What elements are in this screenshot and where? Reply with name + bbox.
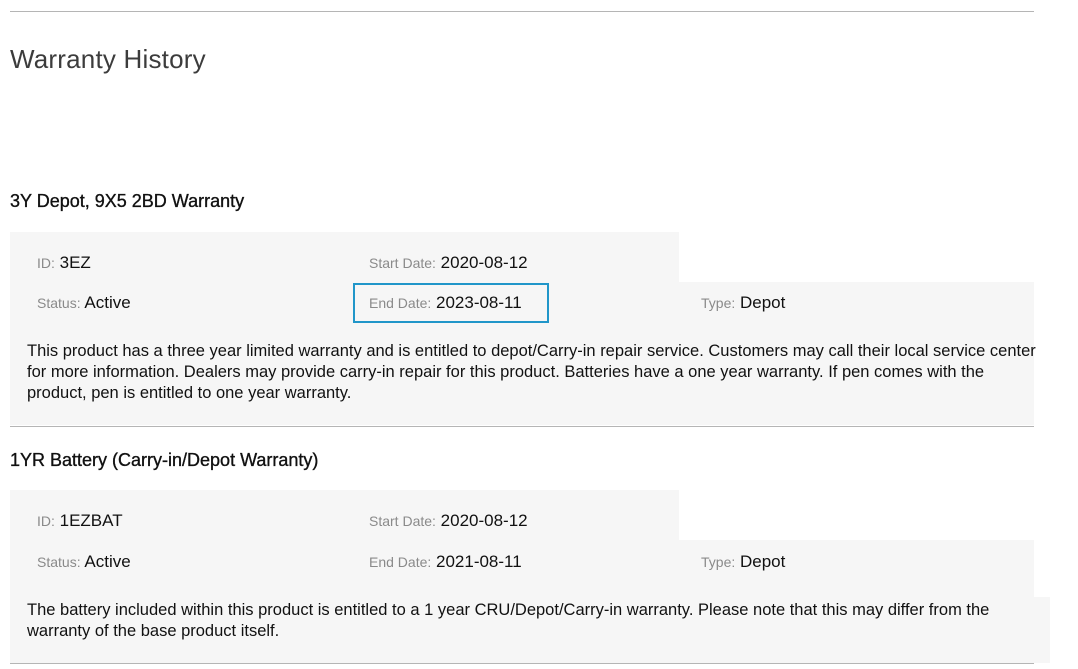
- warranty-end-date: End Date: 2021-08-11: [369, 552, 522, 572]
- type-value: Depot: [739, 552, 786, 571]
- status-value: Active: [84, 552, 131, 571]
- warranty-details-panel: [10, 232, 679, 282]
- warranty-id-label: ID:: [37, 513, 55, 529]
- warranty-description: This product has a three year limited wa…: [27, 342, 1036, 402]
- page-title: Warranty History: [10, 44, 206, 74]
- type-label: Type:: [701, 554, 736, 570]
- warranty-id: ID: 1EZBAT: [37, 511, 123, 531]
- warranty-id-value: 1EZBAT: [59, 511, 123, 530]
- warranty-type: Type: Depot: [701, 552, 785, 572]
- warranty-description-panel: [10, 540, 1034, 597]
- warranty-description: The battery included within this product…: [27, 601, 990, 640]
- type-value: Depot: [739, 293, 786, 312]
- type-label: Type:: [701, 295, 736, 311]
- warranty-id-value: 3EZ: [59, 253, 91, 272]
- end-date-value: 2023-08-11: [436, 293, 522, 312]
- warranty-id: ID: 3EZ: [37, 253, 91, 273]
- warranty-status: Status: Active: [37, 552, 131, 572]
- warranty-title: 1YR Battery (Carry-in/Depot Warranty): [10, 450, 319, 470]
- warranty-title: 3Y Depot, 9X5 2BD Warranty: [10, 191, 245, 211]
- start-date-value: 2020-08-12: [440, 253, 528, 272]
- top-divider: [10, 11, 1034, 12]
- section-divider: [10, 426, 1034, 427]
- end-date-value: 2021-08-11: [436, 552, 522, 571]
- warranty-type: Type: Depot: [701, 293, 785, 313]
- bottom-divider: [10, 663, 1034, 664]
- end-date-label: End Date:: [369, 554, 432, 570]
- start-date-value: 2020-08-12: [440, 511, 528, 530]
- warranty-status: Status: Active: [37, 293, 131, 313]
- status-label: Status:: [37, 554, 81, 570]
- warranty-end-date: End Date: 2023-08-11: [369, 293, 522, 313]
- end-date-label: End Date:: [369, 295, 432, 311]
- status-value: Active: [84, 293, 131, 312]
- status-label: Status:: [37, 295, 81, 311]
- warranty-id-label: ID:: [37, 255, 55, 271]
- warranty-start-date: Start Date: 2020-08-12: [369, 511, 528, 531]
- warranty-start-date: Start Date: 2020-08-12: [369, 253, 528, 273]
- start-date-label: Start Date:: [369, 513, 436, 529]
- start-date-label: Start Date:: [369, 255, 436, 271]
